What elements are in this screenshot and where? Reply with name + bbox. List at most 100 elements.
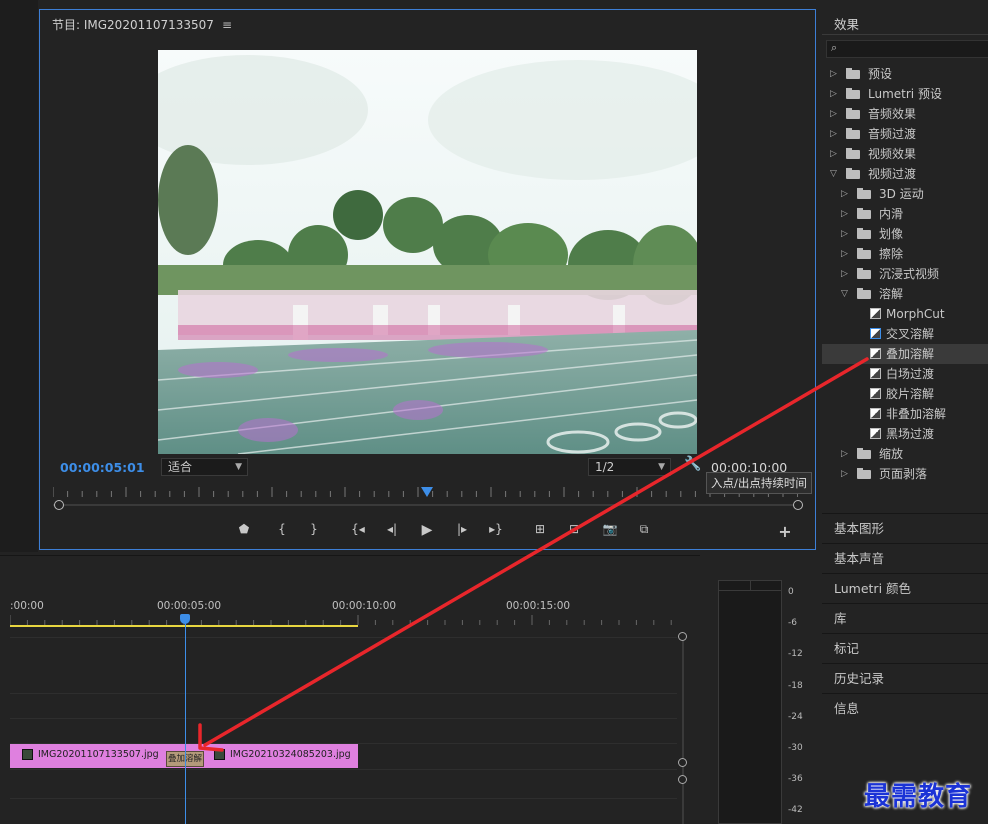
effects-tree-label: 音频过渡 (868, 127, 917, 141)
chevron-down-icon[interactable]: ▽ (830, 164, 837, 184)
zoom-bar-right-handle[interactable] (793, 500, 803, 510)
meter-db-label: -18 (788, 681, 803, 691)
effects-tree-label: 黑场过渡 (886, 427, 935, 441)
transition-effect-icon (870, 388, 881, 399)
folder-icon (857, 288, 871, 299)
scrollbar-handle-top[interactable] (678, 775, 687, 784)
step-forward-icon[interactable]: |▸ (452, 522, 472, 536)
effects-tree-label: 3D 运动 (879, 187, 924, 201)
play-icon[interactable]: ▶ (417, 522, 437, 538)
monitor-zoom-bar[interactable] (53, 504, 798, 506)
effects-tree-item[interactable]: 胶片溶解 (822, 384, 988, 404)
effects-tree-item[interactable]: ▷ 预设 (822, 64, 988, 84)
effects-tree-label: 预设 (868, 67, 893, 81)
monitor-playhead[interactable] (421, 487, 433, 497)
chevron-right-icon[interactable]: ▷ (841, 464, 848, 484)
wrench-settings-icon[interactable]: 🔧 (684, 456, 701, 472)
effects-tree-item[interactable]: ▷ 内滑 (822, 204, 988, 224)
folder-icon (846, 108, 860, 119)
playback-resolution-dropdown[interactable]: 1/2 ▼ (588, 458, 671, 476)
watermark: 最需教育 (864, 782, 973, 812)
effects-tree-item[interactable]: ▷ 3D 运动 (822, 184, 988, 204)
chevron-right-icon[interactable]: ▷ (830, 64, 837, 84)
effects-search-input[interactable]: ⌕ (826, 40, 988, 58)
effects-tree-item[interactable]: 非叠加溶解 (822, 404, 988, 424)
search-icon: ⌕ (831, 41, 838, 54)
panel-header[interactable]: 历史记录 (822, 663, 988, 692)
panel-header[interactable]: 库 (822, 603, 988, 632)
effects-tree-label: 胶片溶解 (886, 387, 935, 401)
chevron-right-icon[interactable]: ▷ (830, 124, 837, 144)
panel-header[interactable]: Lumetri 颜色 (822, 573, 988, 602)
effects-tab[interactable]: 效果 (834, 14, 859, 33)
effects-tree-item[interactable]: ▽ 视频过渡 (822, 164, 988, 184)
left-panel-strip (0, 0, 38, 552)
effects-tree-item[interactable]: ▷ Lumetri 预设 (822, 84, 988, 104)
scrollbar-handle-top[interactable] (678, 632, 687, 641)
scrollbar-track[interactable] (682, 635, 684, 824)
panel-header[interactable]: 基本声音 (822, 543, 988, 572)
timeline-panel: :00:00 00:00:05:00 00:00:10:00 00:00:15:… (0, 555, 700, 824)
current-timecode[interactable]: 00:00:05:01 (60, 460, 145, 475)
mark-out-icon[interactable]: } (304, 522, 324, 536)
chevron-down-icon[interactable]: ▽ (841, 284, 848, 304)
add-button-icon[interactable]: + (775, 522, 795, 541)
effects-tree-item[interactable]: ▷ 视频效果 (822, 144, 988, 164)
go-to-in-icon[interactable]: {◂ (348, 522, 368, 536)
marker-icon[interactable]: ⬟ (234, 522, 254, 536)
effects-tree-item[interactable]: ▷ 缩放 (822, 444, 988, 464)
zoom-fit-dropdown[interactable]: 适合 ▼ (161, 458, 248, 476)
effects-tree-item[interactable]: ▽ 溶解 (822, 284, 988, 304)
work-area-bar[interactable] (10, 625, 358, 627)
compare-icon[interactable]: ⧉ (634, 522, 654, 537)
chevron-right-icon[interactable]: ▷ (841, 184, 848, 204)
lift-icon[interactable]: ⊞ (530, 522, 550, 536)
chevron-right-icon[interactable]: ▷ (841, 244, 848, 264)
timeline-clip[interactable]: IMG20210324085203.jpg (186, 744, 358, 768)
go-to-out-icon[interactable]: ▸} (486, 522, 506, 536)
export-frame-icon[interactable]: 📷 (600, 522, 620, 536)
chevron-right-icon[interactable]: ▷ (830, 104, 837, 124)
extract-icon[interactable]: ⊟ (564, 522, 584, 536)
effects-tree-label: 划像 (879, 227, 904, 241)
zoom-bar-left-handle[interactable] (54, 500, 64, 510)
panel-header[interactable]: 标记 (822, 633, 988, 662)
effects-tree-item[interactable]: 黑场过渡 (822, 424, 988, 444)
scrollbar-handle-bottom[interactable] (678, 758, 687, 767)
chevron-right-icon[interactable]: ▷ (830, 84, 837, 104)
chevron-right-icon[interactable]: ▷ (830, 144, 837, 164)
effects-tree-item[interactable]: 叠加溶解 (822, 344, 988, 364)
divider (719, 590, 781, 591)
effects-tree-item[interactable]: MorphCut (822, 304, 988, 324)
timeline-tick-label: :00:00 (10, 600, 44, 612)
chevron-down-icon: ▼ (658, 462, 665, 472)
monitor-title-text: 节目: IMG20201107133507 (52, 18, 214, 32)
effects-tree-label: 页面剥落 (879, 467, 928, 481)
chevron-right-icon[interactable]: ▷ (841, 444, 848, 464)
effects-tree-label: 沉浸式视频 (879, 267, 940, 281)
mark-in-icon[interactable]: { (272, 522, 292, 536)
chevron-right-icon[interactable]: ▷ (841, 264, 848, 284)
playback-resolution-value: 1/2 (595, 460, 615, 474)
effects-tree-item[interactable]: ▷ 沉浸式视频 (822, 264, 988, 284)
step-back-icon[interactable]: ◂| (382, 522, 402, 536)
effects-tree-item[interactable]: ▷ 页面剥落 (822, 464, 988, 484)
chevron-right-icon[interactable]: ▷ (841, 224, 848, 244)
effects-tree-item[interactable]: ▷ 擦除 (822, 244, 988, 264)
chevron-right-icon[interactable]: ▷ (841, 204, 848, 224)
monitor-title[interactable]: 节目: IMG20201107133507 ≡ (52, 16, 232, 33)
effects-tree-item[interactable]: 白场过渡 (822, 364, 988, 384)
divider (822, 34, 988, 35)
effects-tree-item[interactable]: ▷ 音频效果 (822, 104, 988, 124)
timeline-ruler-ticks[interactable] (10, 615, 678, 625)
effects-tree-item[interactable]: 交叉溶解 (822, 324, 988, 344)
timeline-playhead[interactable] (180, 614, 190, 624)
panel-header[interactable]: 基本图形 (822, 513, 988, 542)
timeline-clip[interactable]: IMG20201107133507.jpg (10, 744, 186, 768)
panel-header[interactable]: 信息 (822, 693, 988, 722)
timeline-vertical-scrollbar[interactable] (678, 632, 688, 824)
effects-tree-item[interactable]: ▷ 划像 (822, 224, 988, 244)
timeline-tick-label: 00:00:10:00 (332, 600, 397, 612)
effects-tree-item[interactable]: ▷ 音频过渡 (822, 124, 988, 144)
panel-menu-icon[interactable]: ≡ (222, 18, 232, 32)
